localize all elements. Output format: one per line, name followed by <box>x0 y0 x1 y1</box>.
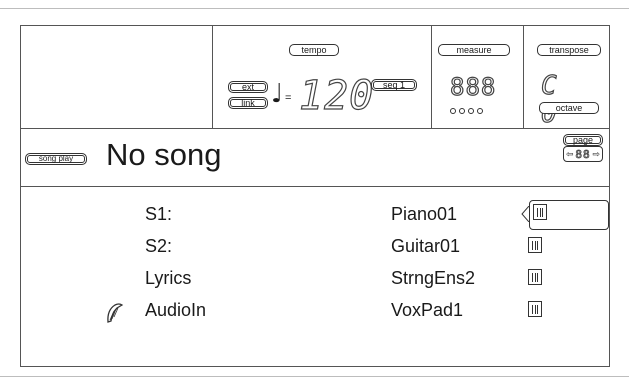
beat-indicator <box>450 108 483 114</box>
song-name[interactable]: No song <box>106 137 221 173</box>
track-channel-audioin: AudioIn <box>145 300 207 320</box>
transpose-label: transpose <box>537 44 601 56</box>
link-button[interactable]: link <box>228 97 268 109</box>
page-navigator[interactable]: ⇦ 88 ⇨ <box>563 146 603 162</box>
beat-dot <box>450 108 456 114</box>
keyboard-icon[interactable] <box>528 301 542 317</box>
harp-icon <box>107 303 124 323</box>
song-play-label: song play <box>25 153 87 165</box>
header-bottom-line <box>21 128 609 129</box>
track-instrument-lyrics[interactable]: StrngEns2 <box>391 267 475 289</box>
tempo-label: tempo <box>289 44 339 56</box>
page-label: page <box>563 134 603 146</box>
track-instrument-s2[interactable]: Guitar01 <box>391 235 460 257</box>
measure-label: measure <box>438 44 510 56</box>
song-bottom-line <box>21 186 609 187</box>
header-divider <box>523 26 524 128</box>
track-channel-s2: S2: <box>145 236 173 256</box>
quarter-note-icon: ♩ <box>271 79 284 109</box>
track-instrument-audioin[interactable]: VoxPad1 <box>391 299 463 321</box>
arrow-right-icon[interactable]: ⇨ <box>592 149 600 160</box>
header-divider <box>212 26 213 128</box>
keyboard-icon[interactable] <box>528 269 542 285</box>
track-channel-lyrics: Lyrics <box>145 268 192 288</box>
ext-button[interactable]: ext <box>228 81 268 93</box>
lcd-screen: tempo ext link ♩ = 120 seq 1 measure 888… <box>20 25 610 367</box>
track-instrument-s1[interactable]: Piano01 <box>391 203 457 225</box>
beat-dot <box>459 108 465 114</box>
octave-label: octave <box>539 102 599 114</box>
header-divider <box>431 26 432 128</box>
equals-sign: = <box>285 92 292 104</box>
seq-button[interactable]: seq 1 <box>371 79 417 91</box>
keyboard-icon[interactable] <box>533 204 547 220</box>
measure-value: 888 <box>449 73 497 101</box>
selection-arrow-icon <box>521 206 529 222</box>
top-rule <box>0 8 629 9</box>
keyboard-icon[interactable] <box>528 237 542 253</box>
tempo-value[interactable]: 120 <box>298 73 374 118</box>
page-value: 88 <box>575 147 591 161</box>
track-channel-s1: S1: <box>145 204 173 224</box>
transpose-value[interactable]: C 0 <box>540 71 609 128</box>
beat-dot <box>468 108 474 114</box>
bottom-rule <box>0 376 629 377</box>
arrow-left-icon[interactable]: ⇦ <box>566 149 574 160</box>
beat-dot <box>477 108 483 114</box>
